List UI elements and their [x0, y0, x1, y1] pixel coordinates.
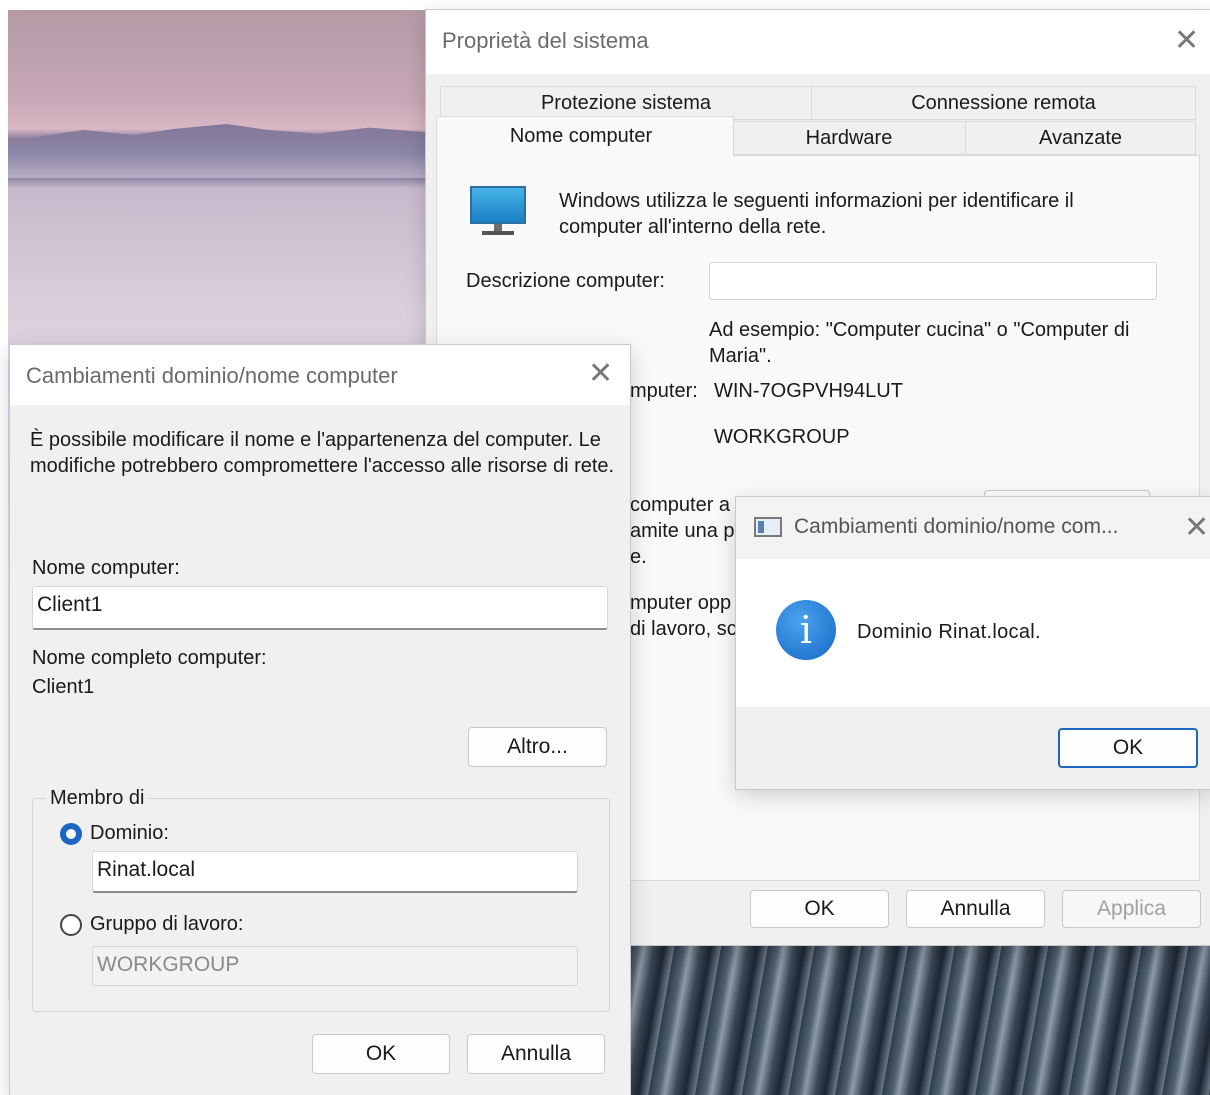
domain-radio[interactable]: [60, 823, 82, 845]
message-box-titlebar[interactable]: Cambiamenti dominio/nome com... ✕: [736, 497, 1210, 559]
close-icon[interactable]: ✕: [1184, 513, 1209, 543]
message-box-title: Cambiamenti dominio/nome com...: [794, 515, 1119, 538]
partial-text: mputer opp: [630, 592, 732, 614]
member-of-label: Membro di: [46, 787, 149, 810]
cancel-button[interactable]: Annulla: [467, 1034, 605, 1074]
full-name-label: Nome completo computer:: [32, 647, 267, 669]
info-icon: i: [776, 600, 836, 660]
tab-protezione-sistema[interactable]: Protezione sistema: [440, 86, 812, 120]
ok-button[interactable]: OK: [312, 1034, 450, 1074]
desktop-wallpaper-pier: [628, 945, 1210, 1095]
close-icon[interactable]: ✕: [588, 359, 613, 389]
message-text: Dominio Rinat.local.: [857, 621, 1041, 643]
partial-text: di lavoro, sc: [630, 618, 737, 640]
workgroup-input: WORKGROUP: [92, 946, 578, 986]
partial-text: e.: [630, 546, 647, 568]
app-window-icon: [754, 517, 782, 537]
domain-dialog-titlebar[interactable]: Cambiamenti dominio/nome computer ✕: [10, 345, 630, 405]
description-input[interactable]: [709, 262, 1157, 300]
description-label: Descrizione computer:: [466, 270, 665, 292]
tab-connessione-remota[interactable]: Connessione remota: [811, 86, 1196, 120]
apply-button[interactable]: Applica: [1062, 890, 1201, 928]
tab-nome-computer[interactable]: Nome computer: [436, 116, 734, 156]
ok-button[interactable]: OK: [750, 890, 889, 928]
dialog-title: Cambiamenti dominio/nome computer: [26, 363, 398, 388]
domain-label: Dominio:: [90, 822, 169, 844]
full-name-value: Client1: [32, 676, 95, 698]
intro-text: Windows utilizza le seguenti informazion…: [559, 190, 1074, 238]
tab-hardware[interactable]: Hardware: [732, 121, 966, 155]
partial-text: amite una pi: [630, 520, 739, 542]
desktop-margin: [0, 0, 8, 1095]
system-properties-titlebar[interactable]: Proprietà del sistema ✕: [426, 10, 1210, 74]
workgroup-label: Gruppo di lavoro:: [90, 913, 244, 935]
tab-avanzate[interactable]: Avanzate: [965, 121, 1196, 155]
example-text: Ad esempio: "Computer cucina" o "Compute…: [709, 319, 1130, 367]
window-title: Proprietà del sistema: [442, 28, 649, 53]
close-icon[interactable]: ✕: [1174, 26, 1199, 56]
cancel-button[interactable]: Annulla: [906, 890, 1045, 928]
info-message-box: Cambiamenti dominio/nome com... ✕ i Domi…: [736, 497, 1210, 789]
full-name-label: mputer:: [630, 380, 698, 402]
computer-name-label: Nome computer:: [32, 557, 180, 579]
ok-button[interactable]: OK: [1058, 728, 1198, 768]
full-name-value: WIN-7OGPVH94LUT: [714, 380, 903, 402]
computer-name-input[interactable]: Client1: [32, 586, 608, 630]
workgroup-radio[interactable]: [60, 914, 82, 936]
domain-change-dialog: Cambiamenti dominio/nome computer ✕ È po…: [10, 345, 630, 1095]
more-button[interactable]: Altro...: [468, 727, 607, 767]
domain-input[interactable]: Rinat.local: [92, 851, 578, 893]
intro-text: È possibile modificare il nome e l'appar…: [30, 429, 615, 477]
workgroup-value: WORKGROUP: [714, 426, 850, 448]
partial-text: computer a u: [630, 494, 747, 516]
computer-monitor-icon: [470, 186, 526, 236]
